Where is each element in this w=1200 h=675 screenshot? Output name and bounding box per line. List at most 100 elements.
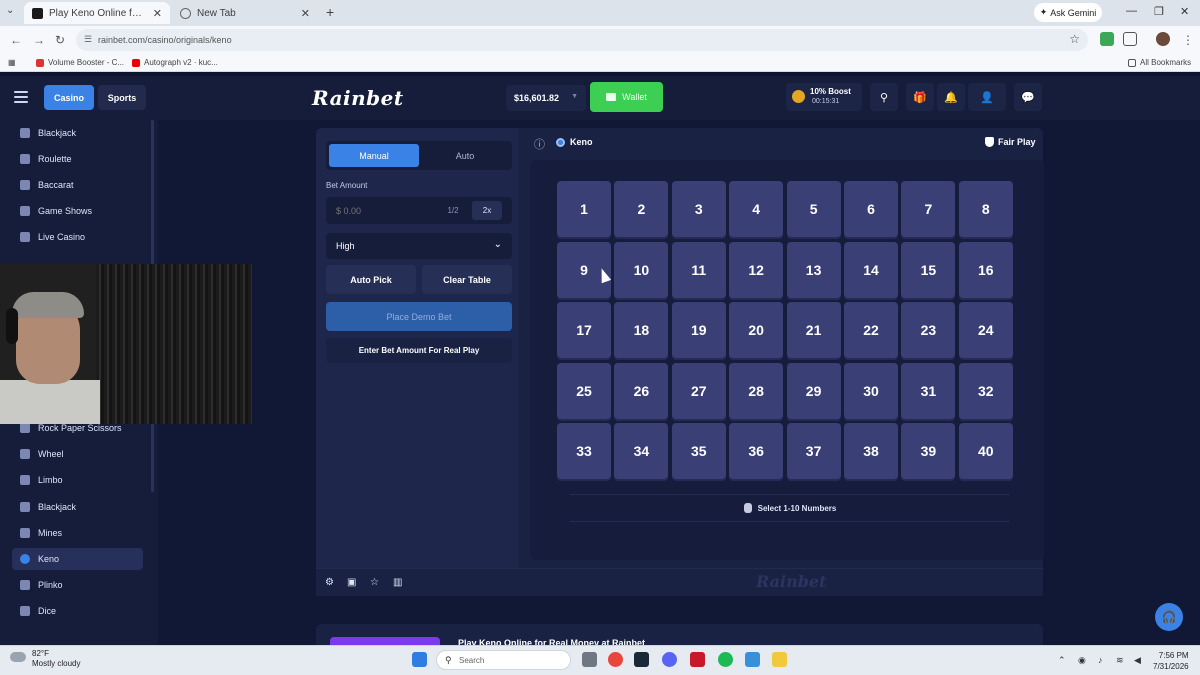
keno-number-cell[interactable]: 19 [671,302,726,358]
keno-number-cell[interactable]: 40 [958,423,1013,479]
browser-tab-new[interactable]: New Tab ✕ [172,2,318,24]
sidebar-item-mines[interactable]: Mines [12,522,143,544]
wifi-icon[interactable]: ≋ [1116,655,1124,666]
spotify-icon[interactable] [718,652,733,667]
keno-number-cell[interactable]: 3 [671,181,726,237]
close-tab-icon[interactable]: ✕ [301,7,310,20]
taskbar-search[interactable]: ⚲ Search [436,650,571,670]
keno-number-cell[interactable]: 37 [786,423,841,479]
steam-icon[interactable] [634,652,649,667]
address-bar[interactable]: ☰ rainbet.com/casino/originals/keno ☆ [76,29,1088,51]
risk-select[interactable]: High ⌄ [326,233,512,259]
keno-number-cell[interactable]: 7 [901,181,956,237]
bookmark-item[interactable]: Volume Booster - C... [36,58,124,67]
wallet-button[interactable]: Wallet [590,82,663,112]
keno-number-cell[interactable]: 1 [557,181,611,237]
weather-widget[interactable]: 82°F Mostly cloudy [10,649,80,669]
keno-number-cell[interactable]: 30 [844,362,898,419]
task-view-icon[interactable] [582,652,597,667]
keno-number-cell[interactable]: 27 [671,362,726,419]
sidebar-item-roulette[interactable]: Roulette [12,148,143,170]
keno-number-cell[interactable]: 12 [729,241,784,298]
tray-chevron-up-icon[interactable]: ⌃ [1058,655,1066,666]
file-explorer-icon[interactable] [772,652,787,667]
keno-number-cell[interactable]: 5 [786,181,841,237]
keno-number-cell[interactable]: 38 [844,423,898,479]
network-icon[interactable]: ◉ [1078,655,1086,666]
info-icon[interactable]: ⓘ [534,136,545,152]
app-icon[interactable] [745,652,760,667]
discord-icon[interactable] [662,652,677,667]
auto-mode-button[interactable]: Auto [420,144,510,167]
keno-number-cell[interactable]: 20 [729,302,784,358]
sidebar-item-dice[interactable]: Dice [12,600,143,622]
new-tab-plus-icon[interactable]: + [326,4,334,20]
keno-number-cell[interactable]: 28 [729,362,784,419]
balance-selector[interactable]: $16,601.82 ▼ [506,85,586,111]
fair-play-button[interactable]: Fair Play [985,137,1036,147]
sidebar-item-blackjack-original[interactable]: Blackjack [12,496,143,518]
nav-tab-sports[interactable]: Sports [98,85,146,110]
support-chat-button[interactable]: 🎧 [1155,603,1183,631]
keno-number-cell[interactable]: 18 [614,302,669,358]
boost-badge[interactable]: 10% Boost 00:15:31 [786,83,862,111]
keno-number-cell[interactable]: 36 [729,423,784,479]
sidebar-item-live-casino[interactable]: Live Casino [12,226,143,248]
keno-number-cell[interactable]: 23 [901,302,956,358]
briefcase-icon[interactable]: ▣ [347,577,356,588]
sidebar-item-limbo[interactable]: Limbo [12,469,143,491]
site-info-icon[interactable]: ☰ [84,34,92,45]
close-window-icon[interactable]: ✕ [1180,5,1189,18]
keno-number-cell[interactable]: 32 [958,362,1013,419]
extension-icon[interactable] [1100,32,1114,46]
restore-icon[interactable]: ❐ [1154,5,1164,18]
profile-button[interactable]: 👤 [968,83,1006,111]
keno-number-cell[interactable]: 35 [671,423,726,479]
sidebar-item-blackjack[interactable]: Blackjack [12,122,143,144]
sidebar-item-plinko[interactable]: Plinko [12,574,143,596]
tab-search-icon[interactable]: ⌄ [6,5,14,16]
hamburger-menu-icon[interactable] [14,91,28,103]
chat-button[interactable]: 💬 [1014,83,1042,111]
bookmark-star-icon[interactable]: ☆ [1069,32,1080,46]
keno-number-cell[interactable]: 21 [786,302,841,358]
half-bet-button[interactable]: 1/2 [440,201,466,220]
stats-chart-icon[interactable]: ▥ [393,577,402,588]
keno-number-cell[interactable]: 14 [844,241,898,298]
ask-gemini-button[interactable]: ✦ Ask Gemini [1034,3,1102,22]
place-demo-bet-button[interactable]: Place Demo Bet [326,302,512,331]
keno-number-cell[interactable]: 33 [557,423,611,479]
search-button[interactable]: ⚲ [870,83,898,111]
windows-start-icon[interactable] [412,652,427,667]
nav-tab-casino[interactable]: Casino [44,85,94,110]
notifications-button[interactable]: 🔔 [937,83,965,111]
keno-number-cell[interactable]: 11 [671,241,726,298]
keno-number-cell[interactable]: 2 [614,181,669,237]
keno-number-cell[interactable]: 39 [901,423,956,479]
rainbet-logo[interactable]: Rainbet [312,86,404,110]
minimize-icon[interactable]: — [1126,5,1137,17]
sidebar-item-keno[interactable]: Keno [12,548,143,570]
profile-avatar[interactable] [1156,32,1170,46]
volume-icon[interactable]: ◀ [1134,655,1141,666]
menu-kebab-icon[interactable]: ⋮ [1182,33,1194,47]
apps-grid-icon[interactable]: ▦ [8,58,16,67]
keno-number-cell[interactable]: 13 [786,241,841,298]
keno-number-cell[interactable]: 26 [614,362,669,419]
auto-pick-button[interactable]: Auto Pick [326,265,416,294]
keno-number-cell[interactable]: 17 [557,302,611,358]
forward-arrow-icon[interactable]: → [33,33,45,47]
favorite-star-icon[interactable]: ☆ [370,577,379,588]
keno-number-cell[interactable]: 29 [786,362,841,419]
microphone-icon[interactable]: ♪ [1098,655,1103,665]
extensions-puzzle-icon[interactable] [1123,32,1137,46]
keno-number-cell[interactable]: 8 [958,181,1013,237]
manual-mode-button[interactable]: Manual [329,144,419,167]
double-bet-button[interactable]: 2x [472,201,502,220]
keno-number-cell[interactable]: 4 [729,181,784,237]
clear-table-button[interactable]: Clear Table [422,265,512,294]
all-bookmarks[interactable]: All Bookmarks [1128,58,1191,67]
keno-number-cell[interactable]: 31 [901,362,956,419]
keno-number-cell[interactable]: 24 [958,302,1013,358]
reload-icon[interactable]: ↻ [55,33,65,47]
